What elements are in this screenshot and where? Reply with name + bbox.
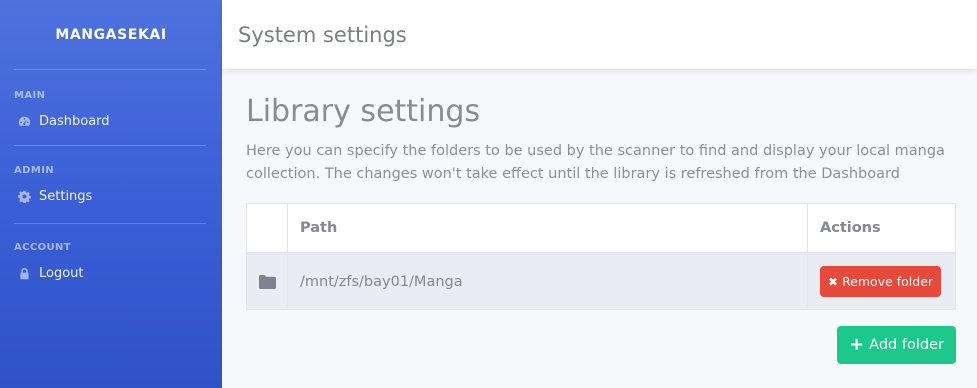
table-header-icon: [247, 204, 288, 252]
table-header-path: Path: [288, 204, 808, 252]
topbar-title: System settings: [238, 22, 407, 47]
folder-path: /mnt/zfs/bay01/Manga: [288, 254, 808, 309]
table-header-actions: Actions: [820, 220, 881, 236]
topbar: System settings: [222, 0, 977, 69]
sidebar-heading-main: MAIN: [14, 90, 46, 101]
page-title: Library settings: [246, 94, 481, 129]
sidebar-item-logout[interactable]: Logout: [0, 256, 222, 290]
remove-folder-label: Remove folder: [842, 274, 934, 289]
add-folder-button[interactable]: + Add folder: [837, 326, 956, 364]
table-header: Path Actions: [247, 204, 955, 254]
sidebar-heading-admin: ADMIN: [14, 165, 55, 176]
brand-logo[interactable]: MANGASEKAI: [0, 0, 222, 69]
remove-folder-button[interactable]: ✖ Remove folder: [820, 266, 942, 297]
add-folder-label: Add folder: [869, 337, 944, 353]
sidebar-heading-account: ACCOUNT: [14, 242, 72, 253]
plus-icon: +: [849, 334, 865, 355]
actions-cell: ✖ Remove folder: [808, 254, 955, 309]
folder-icon-cell: [247, 254, 288, 309]
table-row: /mnt/zfs/bay01/Manga ✖ Remove folder: [247, 254, 955, 309]
tachometer-icon: [17, 114, 31, 128]
page-description: Here you can specify the folders to be u…: [246, 143, 945, 182]
gear-icon: [17, 189, 31, 203]
sidebar: MANGASEKAI MAIN Dashboard ADMIN Settings…: [0, 0, 222, 388]
sidebar-item-settings[interactable]: Settings: [0, 179, 222, 213]
lock-icon: [17, 266, 31, 280]
library-folders-table: Path Actions /mnt/zfs/bay01/Manga ✖ Remo…: [246, 203, 956, 310]
library-settings-section: Library settings Here you can specify th…: [246, 92, 956, 186]
sidebar-item-label: Logout: [39, 265, 84, 281]
close-icon: ✖: [828, 274, 839, 289]
sidebar-item-label: Dashboard: [39, 113, 110, 129]
folder-icon: [258, 274, 276, 289]
sidebar-item-label: Settings: [39, 188, 93, 204]
sidebar-item-dashboard[interactable]: Dashboard: [0, 104, 222, 138]
